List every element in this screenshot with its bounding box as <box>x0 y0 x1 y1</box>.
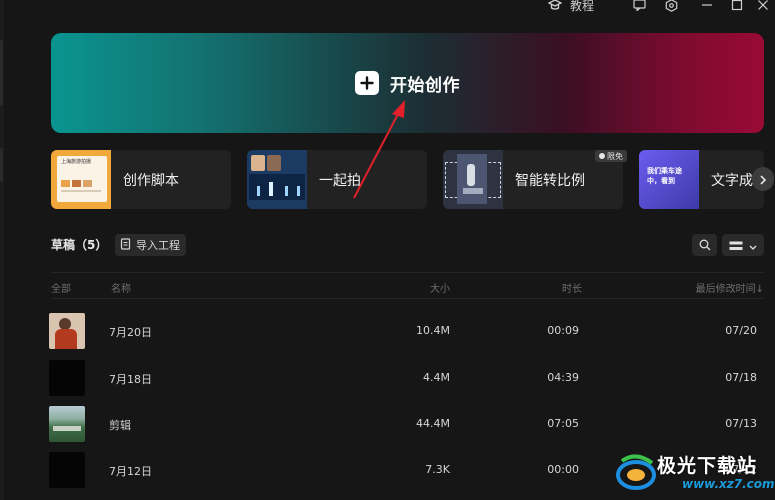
badge-dot-icon <box>599 153 605 159</box>
draft-thumbnail <box>49 313 85 349</box>
card-shoot-together-label: 一起拍 <box>319 172 361 189</box>
close-icon <box>756 0 770 12</box>
feedback-icon <box>632 0 646 12</box>
tutorial-link[interactable]: 教程 <box>548 0 595 13</box>
column-duration[interactable]: 时长 <box>562 280 582 295</box>
column-size[interactable]: 大小 <box>430 280 450 295</box>
draft-size: 7.3K <box>425 463 450 476</box>
free-badge-label: 限免 <box>607 151 623 161</box>
shoot-together-thumbnail <box>247 150 307 209</box>
minimize-icon <box>700 0 714 12</box>
title-bar: 教程 <box>0 0 775 14</box>
card-text-to-video-label: 文字成 <box>711 172 753 189</box>
sidebar-edge-segment <box>0 148 3 182</box>
draft-duration: 04:39 <box>547 371 579 384</box>
cards-next-button[interactable] <box>752 167 774 191</box>
draft-duration: 00:00 <box>547 463 579 476</box>
free-badge: 限免 <box>595 150 627 162</box>
card-text-to-video[interactable]: 我们乘车途中，看到 文字成 <box>639 150 764 209</box>
draft-name: 7月20日 <box>109 326 152 339</box>
tutorial-label: 教程 <box>570 0 595 13</box>
watermark-text: 极光下载站 <box>657 455 758 477</box>
search-icon <box>699 236 711 255</box>
script-thumb-text: 上海旅游拍摄 <box>61 159 92 165</box>
script-thumbnail: 上海旅游拍摄 <box>51 150 111 209</box>
draft-size: 4.4M <box>423 371 450 384</box>
import-project-label: 导入工程 <box>136 239 180 252</box>
document-icon <box>120 237 131 253</box>
draft-date: 07/13 <box>725 417 757 430</box>
settings-hex-icon <box>664 0 678 12</box>
draft-thumbnail <box>49 360 85 396</box>
card-shoot-together[interactable]: 一起拍 <box>247 150 427 209</box>
draft-duration: 07:05 <box>547 417 579 430</box>
aurora-logo-icon <box>616 454 656 490</box>
start-creation-label: 开始创作 <box>390 75 460 96</box>
drafts-title: 草稿（5） <box>51 238 108 252</box>
graduation-cap-icon <box>548 0 562 12</box>
draft-name: 7月12日 <box>109 465 152 478</box>
chevron-down-icon <box>749 236 757 255</box>
search-button[interactable] <box>692 234 717 256</box>
minimize-button[interactable] <box>700 0 714 12</box>
start-creation-button[interactable]: 开始创作 <box>51 33 764 133</box>
column-all[interactable]: 全部 <box>51 280 71 295</box>
draft-duration: 00:09 <box>547 324 579 337</box>
card-script-label: 创作脚本 <box>123 172 179 189</box>
card-script[interactable]: 上海旅游拍摄 创作脚本 <box>51 150 231 209</box>
maximize-icon <box>730 0 744 12</box>
settings-button[interactable] <box>664 0 678 12</box>
card-smart-ratio-label: 智能转比例 <box>515 172 585 189</box>
draft-date: 07/20 <box>725 324 757 337</box>
draft-thumbnail <box>49 406 85 442</box>
draft-size: 44.4M <box>416 417 450 430</box>
text-to-video-thumbnail: 我们乘车途中，看到 <box>639 150 699 209</box>
smart-ratio-thumbnail <box>443 150 503 209</box>
column-modified[interactable]: 最后修改时间↓ <box>696 280 764 295</box>
draft-name: 剪辑 <box>109 419 131 432</box>
maximize-button[interactable] <box>730 0 744 12</box>
draft-name: 7月18日 <box>109 373 152 386</box>
header-divider <box>51 272 764 273</box>
draft-row[interactable]: 剪辑 44.4M 07:05 07/13 <box>0 406 775 446</box>
chevron-right-icon <box>759 170 767 189</box>
draft-thumbnail <box>49 452 85 488</box>
text-to-video-thumb-text: 我们乘车途中，看到 <box>647 167 682 185</box>
draft-row[interactable]: 7月18日 4.4M 04:39 07/18 <box>0 360 775 400</box>
plus-icon <box>355 71 379 95</box>
watermark-logo: 极光下载站 www.xz7.com <box>610 447 775 500</box>
column-name[interactable]: 名称 <box>111 280 131 295</box>
sidebar-edge-segment <box>0 40 3 106</box>
feedback-button[interactable] <box>632 0 646 12</box>
close-button[interactable] <box>756 0 770 12</box>
watermark-url: www.xz7.com <box>682 477 775 491</box>
import-project-button[interactable]: 导入工程 <box>115 234 186 256</box>
draft-size: 10.4M <box>416 324 450 337</box>
list-view-icon <box>729 236 743 255</box>
view-mode-dropdown[interactable] <box>722 234 764 256</box>
draft-date: 07/18 <box>725 371 757 384</box>
draft-row[interactable]: 7月20日 10.4M 00:09 07/20 <box>0 313 775 353</box>
columns-divider <box>51 298 764 299</box>
